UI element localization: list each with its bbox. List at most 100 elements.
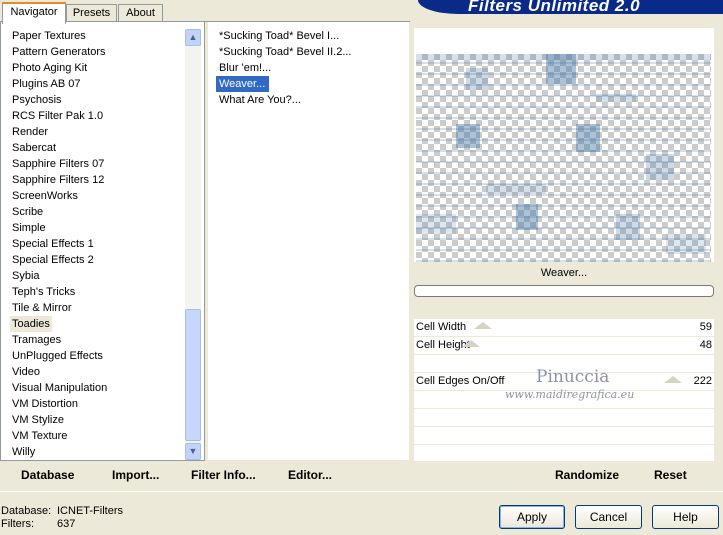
filters-count-value: 637 [57,518,76,530]
category-item[interactable]: VM Stylize [12,412,107,428]
category-item[interactable]: ScreenWorks [12,188,107,204]
category-item[interactable]: Scribe [12,204,107,220]
category-item[interactable]: Tile & Mirror [12,300,107,316]
filter-item-label: Blur 'em!... [219,62,272,74]
app-title-banner: Filters Unlimited 2.0 [418,0,723,14]
filter-item-label: What Are You?... [219,94,301,106]
param-row-empty [414,408,714,426]
category-item-label: ScreenWorks [12,190,78,202]
filters-count-label: Filters: [1,518,34,530]
category-item[interactable]: VM Distortion [12,396,107,412]
category-item[interactable]: UnPlugged Effects [12,348,107,364]
category-item-label: VM Distortion [12,398,79,410]
database-button[interactable]: Database [21,468,74,482]
category-item-label: Tile & Mirror [12,302,72,314]
category-item-label: Special Effects 2 [12,254,94,266]
category-item-label: VM Stylize [12,414,64,426]
category-item[interactable]: Photo Aging Kit [12,60,107,76]
category-item-label: Tramages [12,334,62,346]
chevron-up-icon[interactable]: ▲ [185,29,201,46]
param-row-empty [414,426,714,444]
category-item[interactable]: Psychosis [12,92,107,108]
category-list-panel: Paper Textures Pattern Generators Photo Ag… [0,22,205,461]
tab-navigator[interactable]: Navigator [2,2,66,24]
category-item[interactable]: Sabercat [12,140,107,156]
category-item-label: Teph's Tricks [12,286,76,298]
param-row-cell-height[interactable]: Cell Height 48 [414,336,714,354]
slider-knob[interactable] [664,376,682,383]
database-value: ICNET-Filters [57,505,123,517]
category-item-label: Sapphire Filters 12 [12,174,105,186]
watermark-name: Pinuccia [536,367,610,387]
param-label: Cell Width [416,321,467,333]
apply-button[interactable]: Apply [499,505,565,529]
category-item[interactable]: VM Texture [12,428,107,444]
filter-list-panel: *Sucking Toad* Bevel I... *Sucking Toad* … [208,22,409,460]
filter-item-label: Weaver... [216,76,269,92]
category-item[interactable]: Render [12,124,107,140]
database-label: Database: [1,505,52,517]
category-item[interactable]: Teph's Tricks [12,284,107,300]
tab-about[interactable]: About [118,4,163,22]
chevron-down-icon[interactable]: ▼ [185,443,201,460]
category-item[interactable]: Plugins AB 07 [12,76,107,92]
reset-button[interactable]: Reset [654,468,687,482]
category-item-label: Pattern Generators [12,46,106,58]
category-item[interactable]: Pattern Generators [12,44,107,60]
category-item[interactable]: Willy [12,444,107,460]
preview-image [416,54,711,262]
help-button[interactable]: Help [652,505,719,529]
filter-item-label: *Sucking Toad* Bevel II.2... [219,46,352,58]
cancel-button[interactable]: Cancel [575,505,642,529]
category-item[interactable]: Paper Textures [12,28,107,44]
category-item[interactable]: Toadies [10,316,107,332]
filter-item[interactable]: *Sucking Toad* Bevel I... [219,28,352,44]
filter-info-button[interactable]: Filter Info... [191,468,256,482]
progress-bar [414,285,714,297]
preview-pane [414,28,714,262]
filter-item[interactable]: *Sucking Toad* Bevel II.2... [219,44,352,60]
category-item[interactable]: Visual Manipulation [12,380,107,396]
category-item-label: Sabercat [12,142,57,154]
category-item-label: Psychosis [12,94,62,106]
category-item[interactable]: Sapphire Filters 07 [12,156,107,172]
category-item[interactable]: Special Effects 2 [12,252,107,268]
category-item-label: Photo Aging Kit [12,62,88,74]
slider-knob[interactable] [474,322,492,329]
filter-item[interactable]: Blur 'em!... [219,60,352,76]
category-item[interactable]: Sybia [12,268,107,284]
category-item-label: RCS Filter Pak 1.0 [12,110,104,122]
randomize-button[interactable]: Randomize [555,468,619,482]
category-item[interactable]: Special Effects 1 [12,236,107,252]
category-item-label: UnPlugged Effects [12,350,103,362]
filter-item[interactable]: Weaver... [216,76,352,92]
category-item[interactable]: Simple [12,220,107,236]
app-title: Filters Unlimited 2.0 [468,0,641,14]
param-row-cell-width[interactable]: Cell Width 59 [414,318,714,336]
import-button[interactable]: Import... [112,468,159,482]
category-item[interactable]: Tramages [12,332,107,348]
category-item-label: Plugins AB 07 [12,78,81,90]
slider-knob[interactable] [462,340,480,347]
category-item-label: Visual Manipulation [12,382,108,394]
category-item-label: Simple [12,222,46,234]
filter-list: *Sucking Toad* Bevel I... *Sucking Toad* … [216,28,352,108]
category-item-label: Special Effects 1 [12,238,94,250]
category-scrollbar[interactable]: ▲ ▼ [185,29,201,460]
category-item[interactable]: Sapphire Filters 12 [12,172,107,188]
category-item-label: VM Texture [12,430,68,442]
filter-item-label: *Sucking Toad* Bevel I... [219,30,340,42]
filter-item[interactable]: What Are You?... [219,92,352,108]
scrollbar-thumb[interactable] [185,309,201,441]
editor-button[interactable]: Editor... [288,468,332,482]
tab-presets[interactable]: Presets [66,4,117,22]
category-item-label: Paper Textures [12,30,86,42]
category-item[interactable]: Video [12,364,107,380]
param-value: 48 [699,339,712,351]
selected-filter-label: Weaver... [540,267,588,279]
category-item[interactable]: RCS Filter Pak 1.0 [12,108,107,124]
category-item-label: Sapphire Filters 07 [12,158,105,170]
category-list: Paper Textures Pattern Generators Photo Ag… [10,28,107,460]
category-item-label: Scribe [12,206,44,218]
param-value: 59 [699,321,712,333]
